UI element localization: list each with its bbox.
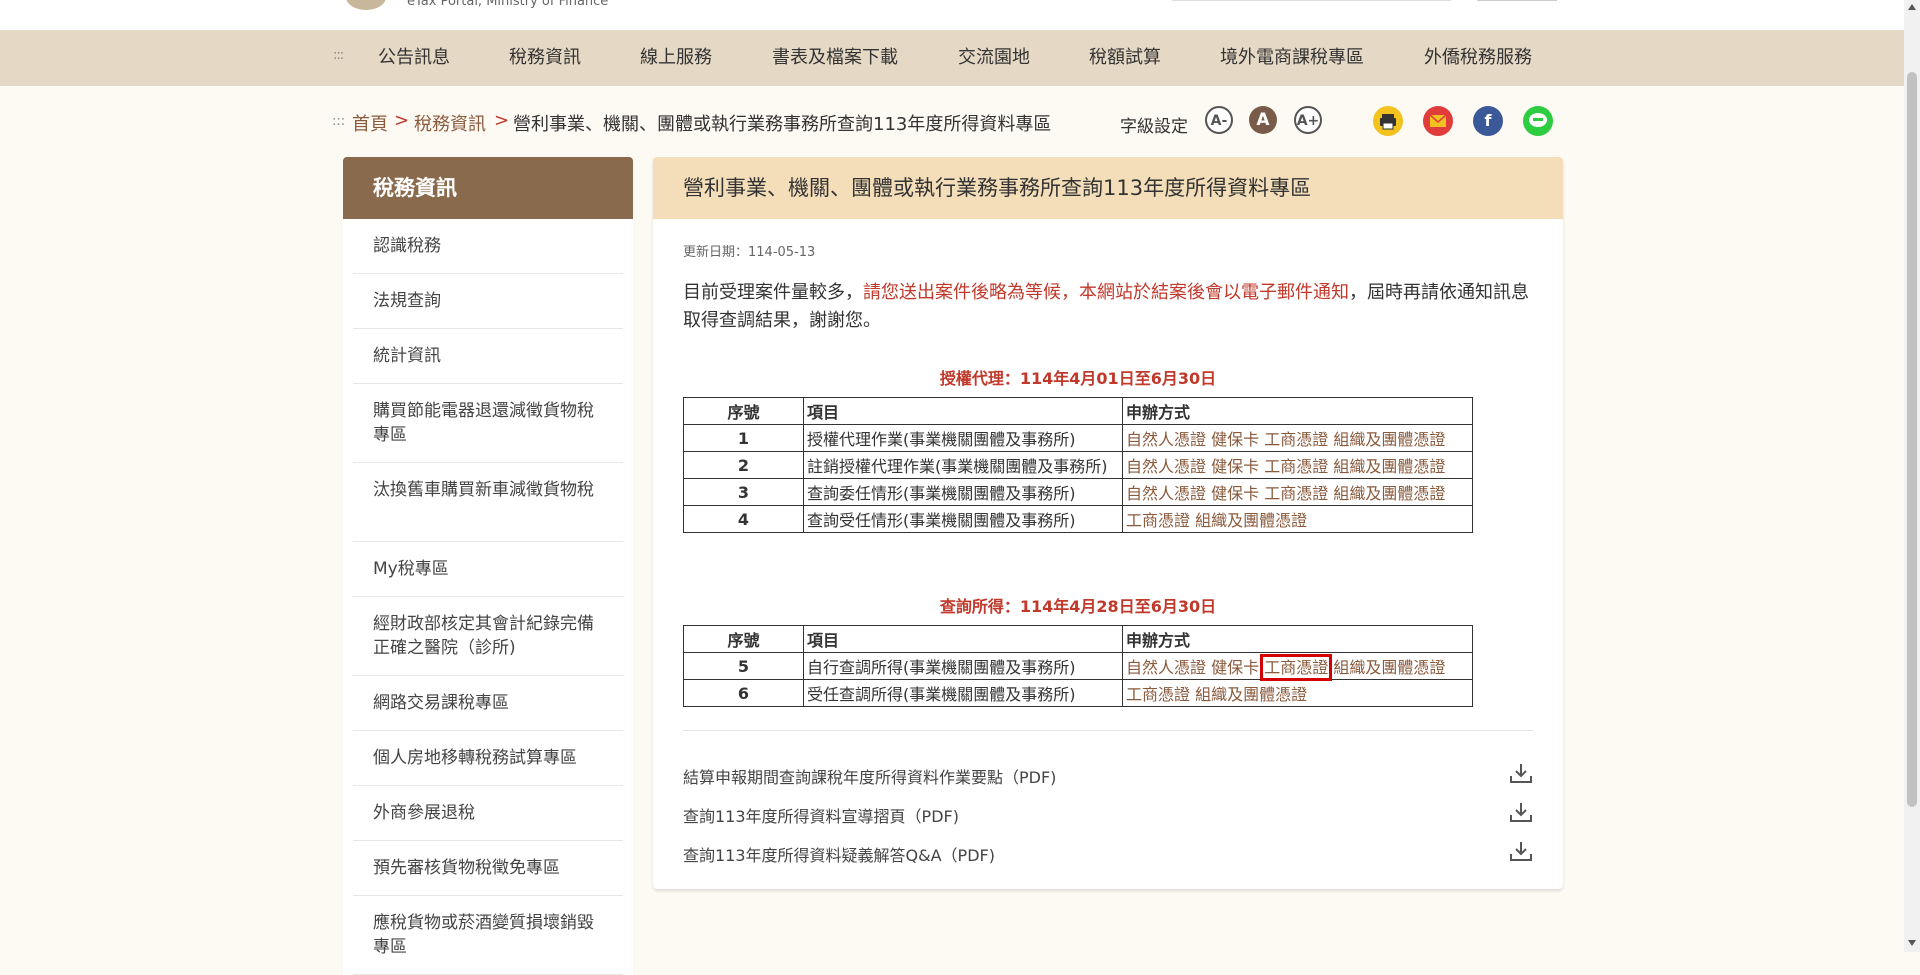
sidebar-item-hospitals[interactable]: 經財政部核定其會計紀錄完備正確之醫院（診所) [353, 597, 623, 676]
divider [683, 730, 1533, 731]
table-row: 2 註銷授權代理作業(事業機關團體及事務所) 自然人憑證 健保卡 工商憑證 組織… [683, 451, 1473, 479]
sidebar-item-online-trading[interactable]: 網路交易課稅專區 [353, 676, 623, 731]
breadcrumb-home[interactable]: 首頁 [352, 110, 388, 136]
sidebar-item-property-transfer[interactable]: 個人房地移轉稅務試算專區 [353, 731, 623, 786]
notice-text: 目前受理案件量較多，請您送出案件後略為等候，本網站於結案後會以電子郵件通知，屆時… [683, 282, 1529, 331]
org-cert-link[interactable]: 組織及團體憑證 [1333, 457, 1445, 476]
business-cert-link[interactable]: 工商憑證 [1264, 457, 1328, 476]
update-date: 更新日期：114-05-13 [683, 245, 816, 260]
download-link[interactable]: 查詢113年度所得資料疑義解答Q&A（PDF) [683, 842, 995, 866]
org-cert-link[interactable]: 組織及團體憑證 [1195, 511, 1307, 530]
download-item[interactable]: 查詢113年度所得資料宣導摺頁（PDF) [683, 799, 1533, 829]
business-cert-link[interactable]: 工商憑證 [1264, 430, 1328, 449]
breadcrumb-separator: > [494, 110, 510, 131]
natural-cert-link[interactable]: 自然人憑證 [1126, 430, 1206, 449]
sidebar-item-pre-review[interactable]: 預先審核貨物稅徵免專區 [353, 841, 623, 896]
nav-item-forum[interactable]: 交流園地 [958, 30, 1030, 86]
header-no: 序號 [683, 625, 804, 653]
table-row: 1 授權代理作業(事業機關團體及事務所) 自然人憑證 健保卡 工商憑證 組織及團… [683, 424, 1473, 452]
nav-item-online-services[interactable]: 線上服務 [640, 30, 712, 86]
authorization-table: 序號 項目 申辦方式 1 授權代理作業(事業機關團體及事務所) 自然人憑證 健保… [683, 397, 1473, 533]
nav-item-forms-download[interactable]: 書表及檔案下載 [772, 30, 898, 86]
notice-highlight: 請您送出案件後略為等候，本網站於結案後會以電子郵件通知 [863, 282, 1349, 303]
header-method: 申辦方式 [1122, 625, 1473, 653]
font-small-button[interactable]: A- [1205, 106, 1233, 134]
table1-title: 授權代理：114年4月01日至6月30日 [939, 369, 1217, 388]
business-cert-link-highlighted[interactable]: 工商憑證 [1260, 654, 1333, 681]
sidebar-title: 稅務資訊 [343, 157, 633, 219]
site-logo[interactable] [346, 0, 386, 10]
org-cert-link[interactable]: 組織及團體憑證 [1333, 430, 1445, 449]
download-icon[interactable] [1509, 762, 1533, 784]
search-input[interactable] [1168, 0, 1455, 1]
font-normal-button[interactable]: A [1249, 106, 1277, 134]
income-query-table: 序號 項目 申辦方式 5 自行查調所得(事業機關團體及事務所) 自然人憑證 健保… [683, 625, 1473, 707]
sidebar-item-car-replacement[interactable]: 汰換舊車購買新車減徵貨物稅 [353, 463, 623, 542]
health-card-link[interactable]: 健保卡 [1211, 457, 1259, 476]
nav-item-tax-calc[interactable]: 稅額試算 [1089, 30, 1161, 86]
font-large-button[interactable]: A+ [1294, 106, 1322, 134]
breadcrumb-separator: > [394, 110, 410, 131]
health-card-link[interactable]: 健保卡 [1211, 430, 1259, 449]
email-icon[interactable] [1423, 106, 1453, 136]
table-row: 5 自行查調所得(事業機關團體及事務所) 自然人憑證 健保卡 工商憑證 組織及團… [683, 652, 1473, 681]
font-size-label: 字級設定 [1120, 117, 1188, 137]
org-cert-link[interactable]: 組織及團體憑證 [1333, 658, 1445, 677]
download-item[interactable]: 查詢113年度所得資料疑義解答Q&A（PDF) [683, 838, 1533, 868]
sidebar-item-law-search[interactable]: 法規查詢 [353, 274, 623, 329]
breadcrumb-current: 營利事業、機關、團體或執行業務事務所查詢113年度所得資料專區 [513, 114, 1052, 135]
scrollbar[interactable] [1904, 0, 1920, 952]
main-nav: ::: 公告訊息 稅務資訊 線上服務 書表及檔案下載 交流園地 稅額試算 境外電… [0, 30, 1904, 86]
breadcrumb-section[interactable]: 稅務資訊 [414, 110, 486, 136]
business-cert-link[interactable]: 工商憑證 [1264, 484, 1328, 503]
header-button[interactable] [1477, 0, 1557, 1]
table-row: 4 查詢受任情形(事業機關團體及事務所) 工商憑證 組織及團體憑證 [683, 505, 1473, 533]
nav-item-tax-info[interactable]: 稅務資訊 [509, 30, 581, 86]
header-item: 項目 [803, 625, 1123, 653]
page-title: 營利事業、機關、團體或執行業務事務所查詢113年度所得資料專區 [653, 157, 1563, 219]
download-item[interactable]: 結算申報期間查詢課稅年度所得資料作業要點（PDF) [683, 760, 1533, 790]
download-link[interactable]: 查詢113年度所得資料宣導摺頁（PDF) [683, 803, 959, 827]
header-no: 序號 [683, 397, 804, 425]
header-method: 申辦方式 [1122, 397, 1473, 425]
table-row: 6 受任查調所得(事業機關團體及事務所) 工商憑證 組織及團體憑證 [683, 679, 1473, 707]
sidebar-item-energy-saving-refund[interactable]: 購買節能電器退還減徵貨物稅專區 [353, 384, 623, 463]
table2-title: 查詢所得：114年4月28日至6月30日 [939, 597, 1217, 616]
sidebar-item-statistics[interactable]: 統計資訊 [353, 329, 623, 384]
nav-item-announcements[interactable]: 公告訊息 [378, 30, 450, 86]
nav-item-cross-border-ecommerce[interactable]: 境外電商課稅專區 [1220, 30, 1364, 86]
sidebar-item-goods-destruction[interactable]: 應稅貨物或菸酒變質損壞銷毀專區 [353, 896, 623, 975]
org-cert-link[interactable]: 組織及團體憑證 [1333, 484, 1445, 503]
line-icon[interactable] [1523, 106, 1553, 136]
site-subtitle: eTax Portal, Ministry of Finance [407, 0, 609, 9]
org-cert-link[interactable]: 組織及團體憑證 [1195, 685, 1307, 704]
download-icon[interactable] [1509, 840, 1533, 862]
main-content: 營利事業、機關、團體或執行業務事務所查詢113年度所得資料專區 更新日期：114… [653, 157, 1563, 889]
business-cert-link[interactable]: 工商憑證 [1126, 685, 1190, 704]
health-card-link[interactable]: 健保卡 [1211, 484, 1259, 503]
nav-item-expat-tax[interactable]: 外僑稅務服務 [1424, 30, 1532, 86]
table-row: 3 查詢委任情形(事業機關團體及事務所) 自然人憑證 健保卡 工商憑證 組織及團… [683, 478, 1473, 506]
sidebar-item-tax-knowledge[interactable]: 認識稅務 [353, 219, 623, 274]
sidebar-item-my-tax[interactable]: My稅專區 [353, 542, 623, 597]
scrollbar-thumb[interactable] [1907, 72, 1917, 807]
print-icon[interactable] [1373, 106, 1403, 136]
scroll-up-icon[interactable] [1908, 4, 1916, 10]
site-header: eTax Portal, Ministry of Finance [0, 0, 1904, 30]
business-cert-link[interactable]: 工商憑證 [1126, 511, 1190, 530]
header-item: 項目 [803, 397, 1123, 425]
natural-cert-link[interactable]: 自然人憑證 [1126, 457, 1206, 476]
natural-cert-link[interactable]: 自然人憑證 [1126, 658, 1206, 677]
facebook-icon[interactable]: f [1473, 106, 1503, 136]
download-icon[interactable] [1509, 801, 1533, 823]
sidebar: 稅務資訊 認識稅務 法規查詢 統計資訊 購買節能電器退還減徵貨物稅專區 汰換舊車… [343, 157, 633, 975]
natural-cert-link[interactable]: 自然人憑證 [1126, 484, 1206, 503]
download-link[interactable]: 結算申報期間查詢課稅年度所得資料作業要點（PDF) [683, 764, 1056, 788]
sidebar-item-exhibition-refund[interactable]: 外商參展退稅 [353, 786, 623, 841]
health-card-link[interactable]: 健保卡 [1211, 658, 1259, 677]
breadcrumb-accesskey-icon[interactable]: ::: [332, 114, 345, 129]
nav-accesskey-icon[interactable]: ::: [333, 48, 344, 63]
scroll-down-icon[interactable] [1908, 940, 1916, 946]
